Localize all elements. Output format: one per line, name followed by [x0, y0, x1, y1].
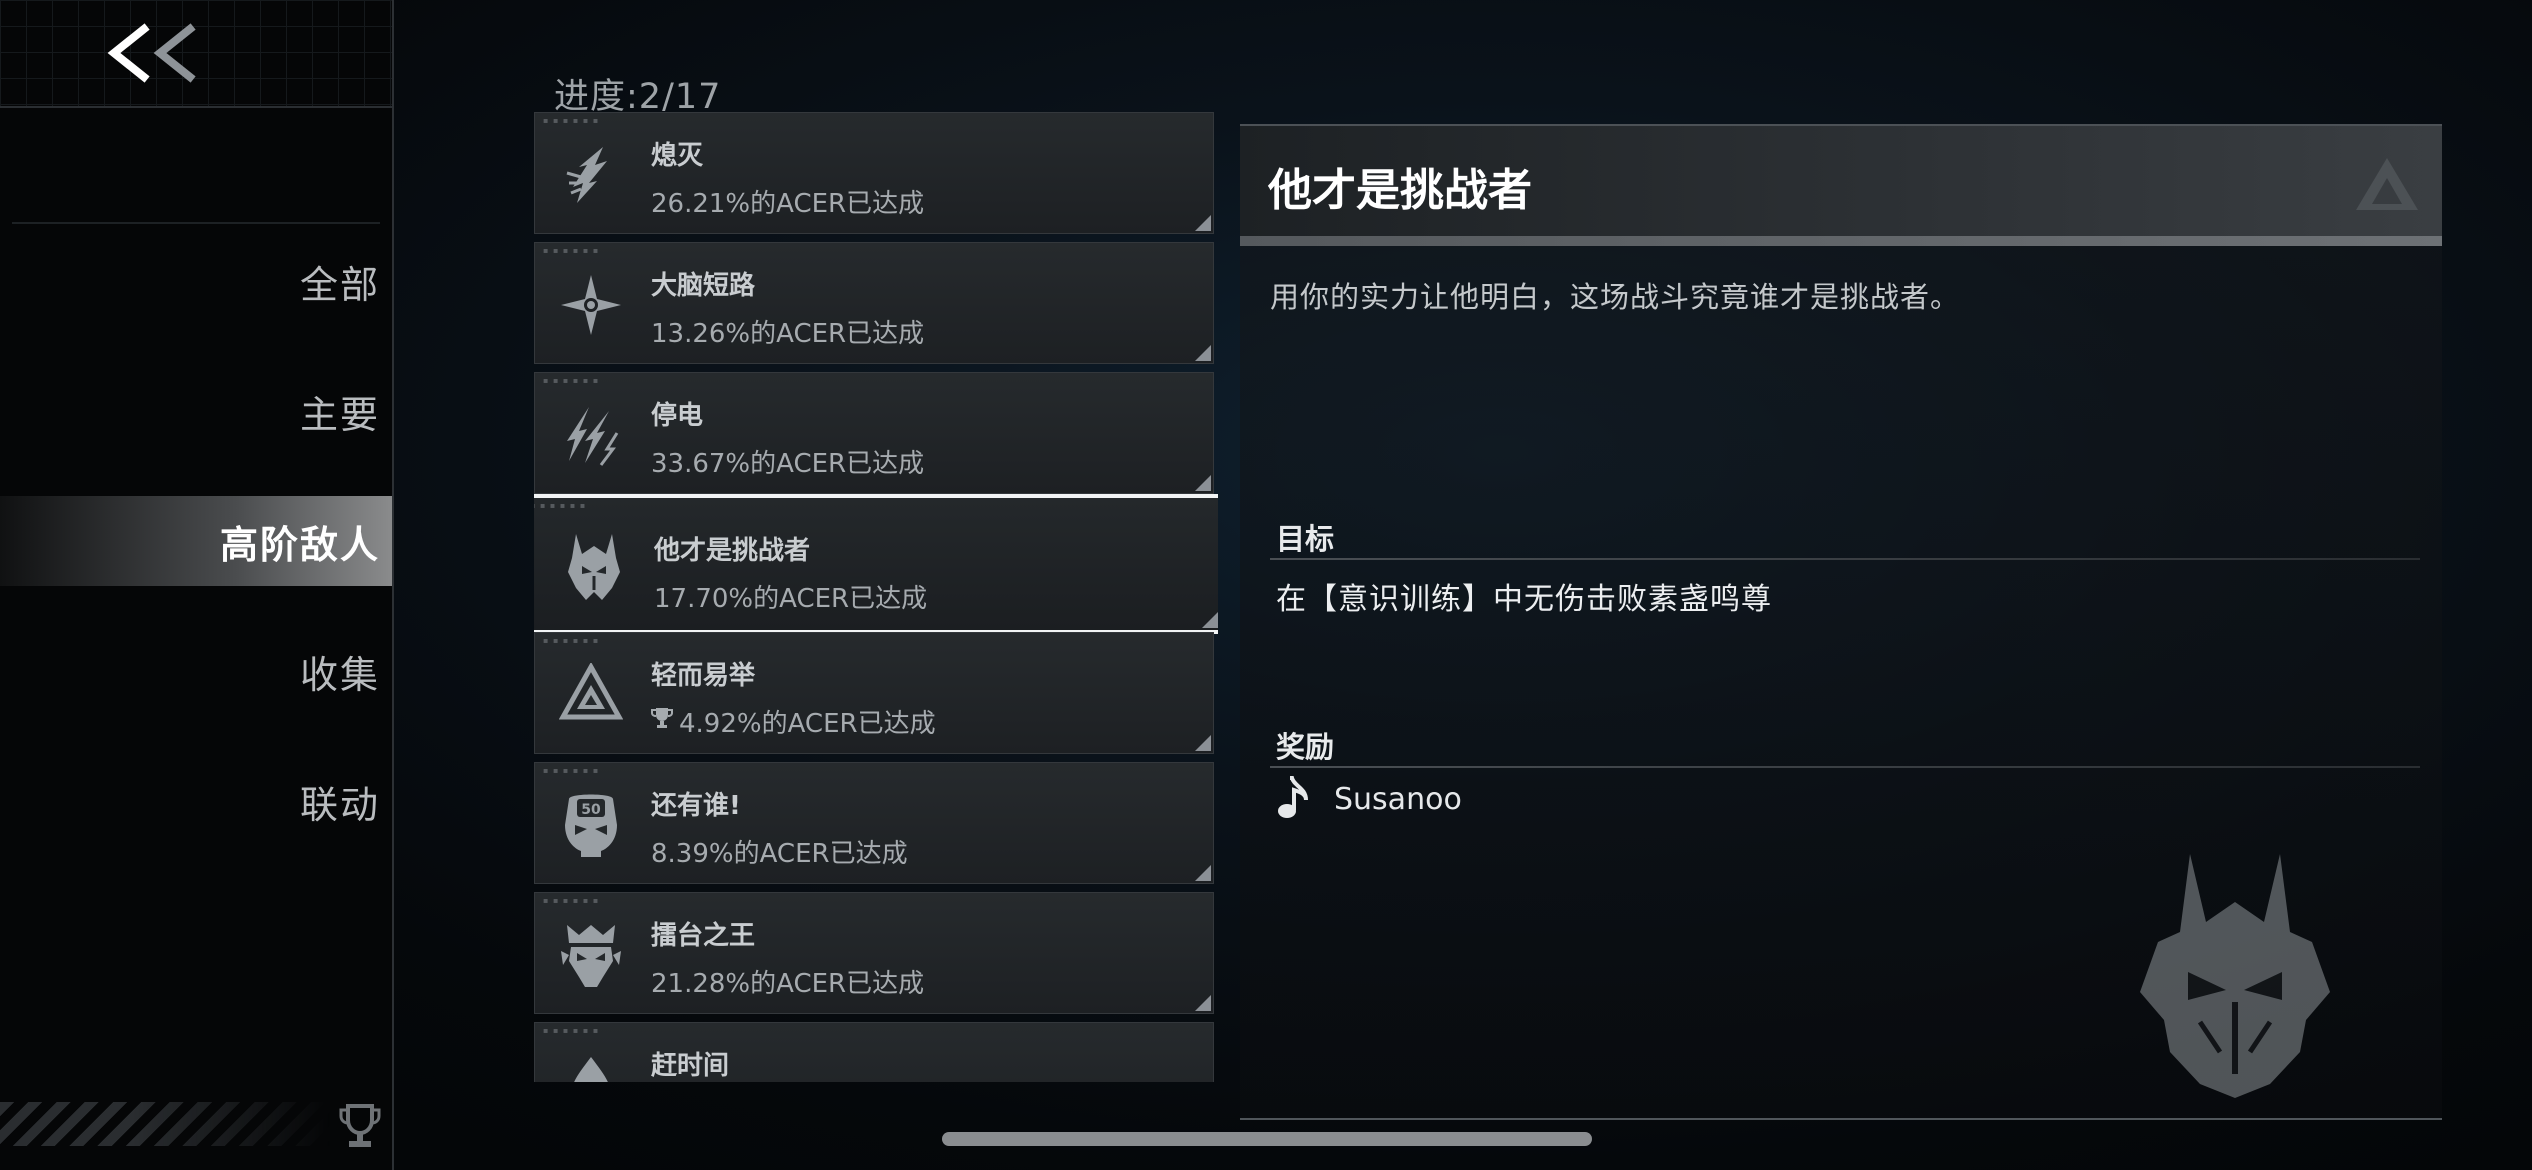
triangle-a-icon — [555, 659, 627, 731]
decorative-micro-text: ▪ ▪ ▪ ▪ ▪ ▪ — [543, 116, 600, 125]
achievement-rate: 8.39%的ACER已达成 — [651, 833, 908, 870]
reward-label: 奖励 — [1276, 730, 1335, 764]
corner-accent — [1195, 995, 1211, 1011]
nav-item-advanced-enemies[interactable]: 高阶敌人 — [0, 496, 392, 586]
nav-item-label: 全部 — [299, 262, 380, 307]
sidebar: 全部 主要 高阶敌人 收集 联动 — [0, 0, 394, 1170]
achievement-item[interactable]: ▪ ▪ ▪ ▪ ▪ ▪ 轻而易举 4.92%的ACER已达成 — [534, 632, 1214, 754]
nav-item-all[interactable]: 全部 — [0, 236, 392, 326]
achievement-rate-text: 17.70%的ACER已达成 — [654, 584, 928, 614]
decorative-micro-text: ▪ ▪ ▪ ▪ ▪ ▪ — [534, 501, 587, 510]
decorative-micro-text: ▪ ▪ ▪ ▪ ▪ ▪ — [543, 766, 600, 775]
achievement-item[interactable]: ▪ ▪ ▪ ▪ ▪ ▪ 50 还有谁! 8.39%的ACER已达成 — [534, 762, 1214, 884]
decorative-micro-text: ▪ ▪ ▪ ▪ ▪ ▪ — [543, 636, 600, 645]
achievement-rate-text: 13.26%的ACER已达成 — [651, 319, 925, 349]
trophy-icon — [338, 1102, 382, 1154]
achievement-rate-text: 4.92%的ACER已达成 — [679, 709, 936, 739]
nav-item-collab[interactable]: 联动 — [0, 756, 392, 846]
achievement-list[interactable]: ▪ ▪ ▪ ▪ ▪ ▪ 熄灭 26.21%的ACER已达成 ▪ ▪ ▪ ▪ ▪ … — [534, 110, 1218, 1082]
achievement-item-selected[interactable]: ▪ ▪ ▪ ▪ ▪ ▪ 他才是挑战者 17.70%的ACER已达成 — [534, 494, 1218, 634]
clock-drop-icon — [555, 1049, 627, 1082]
corner-accent — [1195, 475, 1211, 491]
reward-divider — [1270, 766, 2420, 768]
achievement-item[interactable]: ▪ ▪ ▪ ▪ ▪ ▪ 赶时间 — [534, 1022, 1214, 1082]
nav-item-label: 联动 — [299, 782, 380, 827]
goal-text: 在【意识训练】中无伤击败素盏鸣尊 — [1276, 582, 1772, 617]
decorative-micro-text: ▪ ▪ ▪ ▪ ▪ ▪ — [543, 896, 600, 905]
achievement-item[interactable]: ▪ ▪ ▪ ▪ ▪ ▪ 停电 33.67%的ACER已达成 — [534, 372, 1214, 494]
header-accent-bar — [1240, 236, 2442, 246]
corner-accent — [1195, 345, 1211, 361]
achievement-rate-text: 8.39%的ACER已达成 — [651, 839, 908, 869]
achievement-item[interactable]: ▪ ▪ ▪ ▪ ▪ ▪ 大脑短路 13.26%的ACER已达成 — [534, 242, 1214, 364]
horned-helmet-icon — [2130, 852, 2340, 1106]
detail-title: 他才是挑战者 — [1268, 165, 1532, 216]
achievement-title: 熄灭 — [651, 141, 704, 171]
goal-divider — [1270, 558, 2420, 560]
decorative-micro-text: ▪ ▪ ▪ ▪ ▪ ▪ — [543, 1026, 600, 1035]
achievement-rate-text: 33.67%的ACER已达成 — [651, 449, 925, 479]
achievement-rate-text: 26.21%的ACER已达成 — [651, 189, 925, 219]
flame-spike-icon — [555, 139, 627, 211]
triangle-a-logo-icon — [2354, 156, 2420, 216]
achievement-rate-text: 21.28%的ACER已达成 — [651, 969, 925, 999]
nav-item-label: 高阶敌人 — [219, 522, 380, 567]
corner-accent — [1195, 215, 1211, 231]
corner-accent — [1202, 612, 1218, 628]
lightning-claw-icon — [555, 399, 627, 471]
decorative-micro-text: ▪ ▪ ▪ ▪ ▪ ▪ — [543, 376, 600, 385]
achievement-title: 他才是挑战者 — [654, 536, 811, 566]
horned-helmet-icon — [558, 531, 630, 603]
reward-text: Susanoo — [1334, 781, 1462, 817]
reward-item: Susanoo — [1276, 774, 1462, 824]
sidebar-header — [0, 0, 392, 108]
four-point-star-icon — [555, 269, 627, 341]
achievement-rate: 21.28%的ACER已达成 — [651, 963, 924, 1000]
sidebar-footer — [0, 1102, 392, 1152]
achievement-title: 擂台之王 — [651, 921, 756, 951]
double-chevron-left-icon — [104, 23, 204, 83]
corner-accent — [1195, 735, 1211, 751]
music-note-icon — [1276, 774, 1312, 824]
achievement-title: 还有谁! — [651, 791, 741, 821]
detail-header: 他才是挑战者 — [1240, 124, 2442, 246]
sidebar-divider — [12, 222, 380, 224]
svg-text:50: 50 — [581, 802, 601, 818]
achievement-title: 大脑短路 — [651, 271, 756, 301]
achievement-rate: 4.92%的ACER已达成 — [651, 703, 936, 740]
achievement-item[interactable]: ▪ ▪ ▪ ▪ ▪ ▪ 熄灭 26.21%的ACER已达成 — [534, 112, 1214, 234]
achievement-item[interactable]: ▪ ▪ ▪ ▪ ▪ ▪ 擂台之王 21.28%的ACER已达成 — [534, 892, 1214, 1014]
goal-label: 目标 — [1276, 522, 1335, 556]
nav-item-collection[interactable]: 收集 — [0, 626, 392, 716]
achievement-rate: 13.26%的ACER已达成 — [651, 313, 924, 350]
trophy-icon — [651, 706, 673, 737]
nav-item-label: 收集 — [299, 652, 380, 697]
achievement-detail-panel: 他才是挑战者 用你的实力让他明白，这场战斗究竟谁才是挑战者。 目标 在【意识训练… — [1240, 124, 2442, 1120]
nav-item-label: 主要 — [299, 392, 380, 437]
decorative-stripes — [0, 1102, 330, 1146]
crowned-mask-icon — [555, 919, 627, 991]
home-indicator[interactable] — [942, 1132, 1592, 1146]
achievement-rate: 17.70%的ACER已达成 — [654, 578, 927, 615]
achievement-rate: 33.67%的ACER已达成 — [651, 443, 924, 480]
achievement-rate: 26.21%的ACER已达成 — [651, 183, 924, 220]
nav-item-main[interactable]: 主要 — [0, 366, 392, 456]
skull-50-icon: 50 — [555, 789, 627, 861]
achievement-title: 轻而易举 — [651, 661, 756, 691]
back-button[interactable] — [104, 18, 214, 88]
detail-description: 用你的实力让他明白，这场战斗究竟谁才是挑战者。 — [1270, 280, 1961, 314]
achievement-title: 赶时间 — [651, 1051, 730, 1081]
decorative-micro-text: ▪ ▪ ▪ ▪ ▪ ▪ — [543, 246, 600, 255]
corner-accent — [1195, 865, 1211, 881]
achievement-title: 停电 — [651, 401, 704, 431]
